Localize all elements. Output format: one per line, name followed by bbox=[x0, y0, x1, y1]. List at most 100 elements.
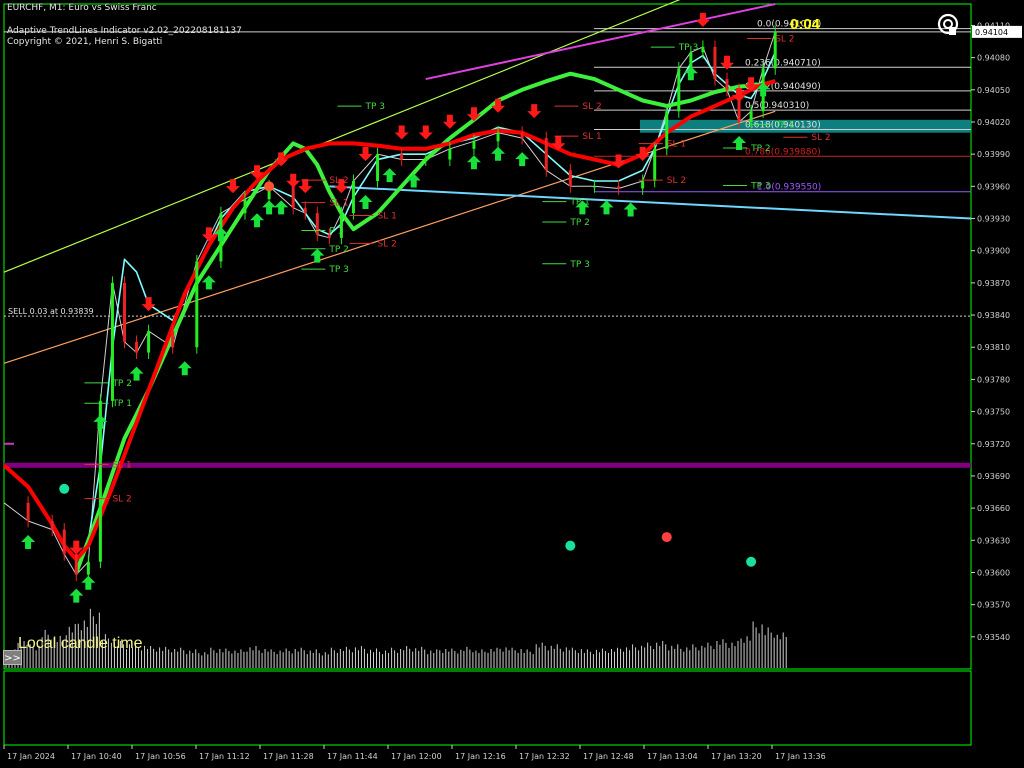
sell-arrow-icon bbox=[298, 179, 313, 194]
price-tick-label: 0.93600 bbox=[977, 568, 1010, 577]
buy-arrow-icon bbox=[177, 361, 192, 376]
time-tick-label: 17 Jan 11:44 bbox=[327, 752, 378, 761]
candle-body bbox=[641, 180, 645, 189]
series-close bbox=[3, 31, 776, 576]
candle-body bbox=[725, 79, 729, 90]
trade-label: SL 1 bbox=[582, 132, 601, 142]
buy-arrow-icon bbox=[358, 194, 373, 209]
buy-arrow-icon bbox=[599, 200, 614, 215]
candle-body bbox=[472, 141, 476, 149]
candle-body bbox=[376, 154, 380, 181]
trade-label: SL 2 bbox=[775, 35, 794, 45]
buy-arrow-icon bbox=[310, 248, 325, 263]
candle-body bbox=[303, 207, 307, 214]
price-tick-label: 0.93570 bbox=[977, 601, 1010, 610]
time-tick-label: 17 Jan 10:56 bbox=[135, 752, 186, 761]
signal-dot bbox=[565, 540, 576, 551]
candle-body bbox=[496, 132, 500, 142]
trade-label: TP 2 bbox=[111, 379, 132, 389]
time-tick-label: 17 Jan 11:12 bbox=[199, 752, 250, 761]
magenta-trend-line bbox=[425, 3, 776, 81]
buy-arrow-icon bbox=[250, 213, 265, 228]
buy-arrow-icon bbox=[262, 200, 277, 215]
sell-arrow-icon bbox=[141, 297, 156, 312]
trade-label: P 1 bbox=[329, 227, 343, 237]
candle-body bbox=[62, 529, 66, 555]
trade-label: TP 1 bbox=[569, 198, 590, 208]
sell-arrow-icon bbox=[466, 107, 481, 122]
price-tick-label: 0.93540 bbox=[977, 633, 1010, 642]
fib-label: 0.236(0.940710) bbox=[745, 58, 821, 68]
price-tick-label: 0.94050 bbox=[977, 86, 1010, 95]
candle-body bbox=[520, 132, 524, 139]
price-tick-label: 0.94020 bbox=[977, 118, 1010, 127]
sell-arrow-icon bbox=[695, 12, 710, 27]
trade-label: SL 2 bbox=[667, 176, 686, 186]
buy-arrow-icon bbox=[623, 202, 638, 217]
candle-body bbox=[592, 186, 596, 188]
candle-body bbox=[701, 46, 705, 53]
trade-label: SL 1 bbox=[667, 140, 686, 150]
candle-body bbox=[315, 213, 319, 235]
buy-arrow-icon bbox=[69, 588, 84, 603]
candle-body bbox=[448, 148, 452, 160]
trade-label: SL 1 bbox=[329, 199, 348, 209]
trade-label: SL 1 bbox=[112, 460, 131, 470]
ob-logo-icon[interactable] bbox=[936, 12, 960, 36]
indicator-copyright: Copyright © 2021, Henri S. Bigatti bbox=[7, 37, 163, 47]
price-tick-label: 0.93930 bbox=[977, 215, 1010, 224]
more-button[interactable]: >> bbox=[3, 650, 22, 665]
time-tick-label: 17 Jan 2024 bbox=[7, 752, 55, 761]
candle-body bbox=[653, 148, 657, 181]
price-tick-label: 0.93870 bbox=[977, 279, 1010, 288]
price-tick-label: 0.93720 bbox=[977, 440, 1010, 449]
buy-arrow-icon bbox=[201, 275, 216, 290]
price-tick-label: 0.93630 bbox=[977, 536, 1010, 545]
trade-label: TP 2 bbox=[750, 144, 771, 154]
buy-arrow-icon bbox=[21, 534, 36, 549]
price-tick-label: 0.93750 bbox=[977, 408, 1010, 417]
sell-arrow-icon bbox=[491, 98, 506, 113]
time-tick-label: 17 Jan 10:40 bbox=[71, 752, 122, 761]
signal-dot bbox=[264, 181, 275, 192]
trade-label: SL 2 bbox=[811, 133, 830, 143]
price-tick-label: 0.93810 bbox=[977, 343, 1010, 352]
signal-dot bbox=[59, 483, 70, 494]
candle-body bbox=[86, 561, 90, 575]
trade-label: TP 3 bbox=[750, 181, 771, 191]
time-tick-label: 17 Jan 13:04 bbox=[647, 752, 698, 761]
candle-body bbox=[713, 46, 717, 80]
trade-label: TP 3 bbox=[328, 265, 349, 275]
candle-body bbox=[50, 520, 54, 530]
trade-label: SL 2 bbox=[329, 176, 348, 186]
candle-body bbox=[617, 186, 621, 189]
buy-arrow-icon bbox=[683, 66, 698, 81]
candle-timer: 0:04 bbox=[790, 16, 821, 33]
candle-body bbox=[147, 331, 151, 353]
candle-body bbox=[568, 170, 572, 187]
candle-body bbox=[291, 186, 295, 208]
sell-arrow-icon bbox=[358, 146, 373, 161]
candle-body bbox=[749, 111, 753, 122]
symbol-title: EURCHF, M1: Euro vs Swiss Franc bbox=[7, 3, 157, 13]
trade-label: TP 2 bbox=[569, 218, 590, 228]
price-tick-label: 0.93780 bbox=[977, 375, 1010, 384]
price-tick-label: 0.93840 bbox=[977, 311, 1010, 320]
time-tick-label: 17 Jan 12:48 bbox=[583, 752, 634, 761]
sell-order-label: SELL 0.03 at 0.93839 bbox=[8, 307, 94, 316]
trade-label: TP 2 bbox=[328, 245, 349, 255]
trade-label: SL 1 bbox=[378, 212, 397, 222]
current-price-label: 0.94104 bbox=[975, 28, 1008, 37]
time-tick-label: 17 Jan 12:16 bbox=[455, 752, 506, 761]
sell-arrow-icon bbox=[286, 173, 301, 188]
candle-body bbox=[400, 154, 404, 160]
buy-arrow-icon bbox=[515, 152, 530, 167]
candle-body bbox=[424, 159, 428, 161]
price-tick-label: 0.93660 bbox=[977, 504, 1010, 513]
price-chart[interactable]: 0.941100.940800.940500.940200.939900.939… bbox=[0, 0, 1024, 768]
trade-label: TP 1 bbox=[111, 399, 132, 409]
buy-arrow-icon bbox=[466, 155, 481, 170]
candle-body bbox=[677, 68, 681, 112]
price-tick-label: 0.94080 bbox=[977, 54, 1010, 63]
candle-body bbox=[243, 199, 247, 214]
